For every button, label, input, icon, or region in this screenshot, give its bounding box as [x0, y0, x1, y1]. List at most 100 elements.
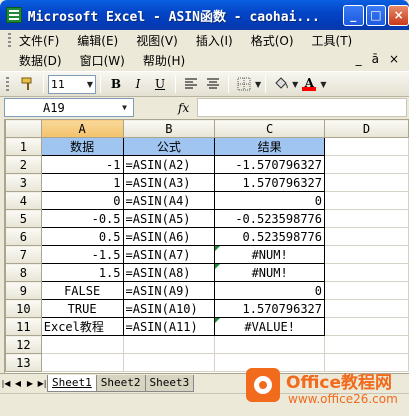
cell-b[interactable]: =ASIN(A4)	[122, 191, 216, 210]
chevron-down-icon[interactable]: ▼	[292, 80, 298, 89]
excel-app-icon[interactable]	[6, 7, 22, 23]
cell-b[interactable]: =ASIN(A10)	[122, 299, 216, 318]
column-header-d[interactable]: D	[324, 119, 409, 138]
cell-b[interactable]: 公式	[122, 137, 216, 156]
row-header[interactable]: 1	[5, 137, 42, 156]
column-header-a[interactable]: A	[40, 119, 124, 138]
select-all-corner[interactable]	[5, 119, 42, 138]
cell-a[interactable]: 数据	[40, 137, 124, 156]
maximize-button[interactable]: □	[365, 4, 387, 26]
cell-b[interactable]: =ASIN(A9)	[122, 281, 216, 300]
italic-button[interactable]: I	[128, 74, 148, 94]
font-color-button[interactable]: A	[299, 74, 319, 94]
cell-c[interactable]: -0.523598776	[214, 209, 326, 228]
cell-d[interactable]	[324, 263, 409, 282]
cell-c[interactable]: 0	[214, 191, 326, 210]
cell-a[interactable]: FALSE	[40, 281, 124, 300]
cell-c[interactable]: 1.570796327	[214, 299, 326, 318]
doc-close-button[interactable]: ×	[389, 52, 399, 66]
cell-c[interactable]: 0	[214, 281, 326, 300]
cell-b[interactable]: =ASIN(A7)	[122, 245, 216, 264]
sheet-tab-2[interactable]: Sheet2	[95, 375, 146, 392]
cell-a[interactable]: 0	[40, 191, 124, 210]
menu-tools[interactable]: 工具(T)	[312, 32, 353, 49]
cell-d[interactable]	[324, 137, 409, 156]
align-center-icon[interactable]	[203, 74, 223, 94]
menu-file[interactable]: 文件(F)	[19, 32, 59, 49]
cell-a[interactable]: -0.5	[40, 209, 124, 228]
column-header-c[interactable]: C	[214, 119, 326, 138]
cell-a[interactable]: Excel教程	[40, 317, 124, 336]
cell-b[interactable]: =ASIN(A8)	[122, 263, 216, 282]
menu-help[interactable]: 帮助(H)	[143, 52, 185, 69]
cell-a[interactable]: 0.5	[40, 227, 124, 246]
chevron-down-icon[interactable]: ▼	[122, 103, 127, 112]
cell-d[interactable]	[324, 335, 409, 354]
menu-edit[interactable]: 编辑(E)	[77, 32, 118, 49]
cell-a[interactable]: 1	[40, 173, 124, 192]
row-header[interactable]: 13	[5, 353, 42, 372]
row-header[interactable]: 7	[5, 245, 42, 264]
row-header[interactable]: 5	[5, 209, 42, 228]
fill-color-icon[interactable]	[271, 74, 291, 94]
cell-d[interactable]	[324, 209, 409, 228]
cell-c[interactable]: -1.570796327	[214, 155, 326, 174]
doc-restore-button[interactable]: ā	[372, 52, 379, 66]
fx-icon[interactable]: fx	[178, 101, 189, 115]
sheet-tab-1[interactable]: Sheet1	[47, 375, 97, 392]
align-left-icon[interactable]	[181, 74, 201, 94]
cell-d[interactable]	[324, 317, 409, 336]
name-box[interactable]: A19 ▼	[4, 98, 134, 117]
formula-input[interactable]	[197, 98, 407, 117]
cell-c[interactable]: #NUM!	[214, 245, 326, 264]
cell-c[interactable]: 结果	[214, 137, 326, 156]
cell-d[interactable]	[324, 299, 409, 318]
menu-window[interactable]: 窗口(W)	[80, 52, 125, 69]
cell-b[interactable]: =ASIN(A5)	[122, 209, 216, 228]
toolbar-grip[interactable]	[8, 33, 11, 47]
chevron-down-icon[interactable]: ▼	[320, 80, 326, 89]
menu-insert[interactable]: 插入(I)	[196, 32, 233, 49]
row-header[interactable]: 3	[5, 173, 42, 192]
row-header[interactable]: 2	[5, 155, 42, 174]
row-header[interactable]: 9	[5, 281, 42, 300]
cell-c[interactable]: #VALUE!	[214, 317, 326, 336]
row-header[interactable]: 8	[5, 263, 42, 282]
cell-c[interactable]: 0.523598776	[214, 227, 326, 246]
cell-a[interactable]	[40, 353, 124, 372]
chevron-down-icon[interactable]: ▼	[255, 80, 261, 89]
cell-a[interactable]: 1.5	[40, 263, 124, 282]
cell-d[interactable]	[324, 155, 409, 174]
cell-d[interactable]	[324, 227, 409, 246]
cell-a[interactable]	[40, 335, 124, 354]
format-painter-icon[interactable]	[18, 74, 38, 94]
sheet-tab-3[interactable]: Sheet3	[144, 375, 195, 392]
cell-c[interactable]: #NUM!	[214, 263, 326, 282]
cell-a[interactable]: -1	[40, 155, 124, 174]
toolbar-grip[interactable]	[6, 77, 9, 91]
font-size-select[interactable]: 11 ▼	[48, 74, 96, 94]
cell-c[interactable]: 1.570796327	[214, 173, 326, 192]
spreadsheet-grid[interactable]: A B C D 1 数据 公式 结果 2 -1 =ASIN(A2) -1.570796327 3…	[4, 119, 409, 373]
cell-c[interactable]	[214, 335, 326, 354]
row-header[interactable]: 10	[5, 299, 42, 318]
row-header[interactable]: 11	[5, 317, 42, 336]
doc-minimize-button[interactable]: _	[356, 52, 362, 66]
close-button[interactable]: ×	[388, 4, 409, 26]
column-header-b[interactable]: B	[122, 119, 216, 138]
menu-data[interactable]: 数据(D)	[19, 52, 62, 69]
cell-d[interactable]	[324, 245, 409, 264]
cell-b[interactable]	[122, 335, 216, 354]
row-header[interactable]: 12	[5, 335, 42, 354]
menu-format[interactable]: 格式(O)	[251, 32, 294, 49]
cell-b[interactable]: =ASIN(A2)	[122, 155, 216, 174]
cell-d[interactable]	[324, 281, 409, 300]
menu-view[interactable]: 视图(V)	[136, 32, 178, 49]
cell-a[interactable]: TRUE	[40, 299, 124, 318]
cell-d[interactable]	[324, 173, 409, 192]
underline-button[interactable]: U	[150, 74, 170, 94]
row-header[interactable]: 6	[5, 227, 42, 246]
row-header[interactable]: 4	[5, 191, 42, 210]
borders-icon[interactable]	[234, 74, 254, 94]
minimize-button[interactable]: _	[342, 4, 364, 26]
